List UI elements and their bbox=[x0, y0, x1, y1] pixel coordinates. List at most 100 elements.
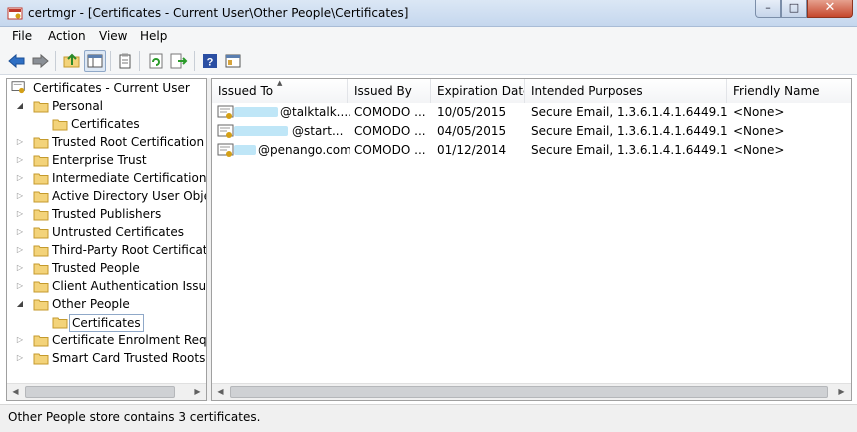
tree-item-label: Other People bbox=[52, 297, 130, 311]
menu-view[interactable]: View bbox=[99, 29, 127, 43]
cell-purposes: Secure Email, 1.3.6.1.4.1.6449.1.3.5.2 bbox=[531, 143, 727, 157]
tree-item-label: Personal bbox=[52, 99, 104, 113]
expand-icon[interactable]: ▷ bbox=[15, 169, 25, 187]
expand-icon[interactable]: ▷ bbox=[15, 349, 25, 367]
status-bar: Other People store contains 3 certificat… bbox=[0, 404, 857, 432]
export-list-icon bbox=[170, 53, 188, 69]
tree-item-label: Trusted Root Certification Au bbox=[52, 135, 207, 149]
tree-item-label: Enterprise Trust bbox=[52, 153, 147, 167]
menu-help[interactable]: Help bbox=[140, 29, 167, 43]
help-button[interactable]: ? bbox=[199, 50, 221, 72]
expand-icon[interactable]: ▷ bbox=[15, 277, 25, 295]
expand-icon[interactable]: ▷ bbox=[15, 133, 25, 151]
cell-expiration: 04/05/2015 bbox=[437, 124, 507, 138]
tree-item-label: Certificate Enrolment Reque bbox=[52, 333, 207, 347]
tree-pane[interactable]: Certificates - Current User ◢ Personal C… bbox=[6, 78, 207, 401]
properties-button[interactable] bbox=[114, 50, 136, 72]
refresh-button[interactable] bbox=[145, 50, 167, 72]
scroll-thumb[interactable] bbox=[25, 386, 175, 398]
title-bar: certmgr - [Certificates - Current User\O… bbox=[0, 0, 857, 27]
tree-item-label: Client Authentication Issuers bbox=[52, 279, 207, 293]
cell-friendly-name: <None> bbox=[733, 124, 785, 138]
tree-item-label: Intermediate Certification Au bbox=[52, 171, 207, 185]
redacted-text bbox=[234, 107, 278, 117]
table-row[interactable]: @penango.com COMODO ... 01/12/2014 Secur… bbox=[212, 141, 851, 160]
back-icon bbox=[8, 53, 25, 69]
scroll-right-icon[interactable]: ▶ bbox=[189, 384, 206, 400]
refresh-icon bbox=[149, 53, 163, 69]
tree-item-label: Certificates bbox=[71, 117, 140, 131]
scroll-left-icon[interactable]: ◀ bbox=[212, 384, 229, 400]
menu-bar: File Action View Help bbox=[0, 27, 857, 47]
list-horizontal-scrollbar[interactable]: ◀ ▶ bbox=[212, 383, 851, 400]
scroll-thumb[interactable] bbox=[230, 386, 828, 398]
forward-button[interactable] bbox=[29, 50, 51, 72]
minimize-button[interactable]: – bbox=[755, 0, 781, 18]
scroll-right-icon[interactable]: ▶ bbox=[833, 384, 850, 400]
expand-icon[interactable]: ▷ bbox=[15, 205, 25, 223]
close-button[interactable]: ✕ bbox=[807, 0, 853, 18]
column-label: Issued To bbox=[218, 84, 274, 98]
export-list-button[interactable] bbox=[168, 50, 190, 72]
certificate-list[interactable]: ▲ Issued To Issued By Expiration Date In… bbox=[211, 78, 852, 401]
column-intended-purposes[interactable]: Intended Purposes bbox=[525, 79, 727, 103]
column-label: Expiration Date bbox=[437, 84, 525, 98]
show-hide-tree-button[interactable] bbox=[84, 50, 106, 72]
collapse-icon[interactable]: ◢ bbox=[15, 97, 25, 115]
tree-root-label: Certificates - Current User bbox=[33, 81, 190, 95]
folder-icon bbox=[33, 335, 49, 347]
column-label: Issued By bbox=[354, 84, 412, 98]
tree-item-label: Trusted Publishers bbox=[52, 207, 162, 221]
maximize-button[interactable]: □ bbox=[781, 0, 807, 18]
show-hide-tree-icon bbox=[87, 54, 103, 68]
certificate-store-icon bbox=[11, 81, 25, 94]
column-header-row: ▲ Issued To Issued By Expiration Date In… bbox=[212, 79, 851, 103]
folder-icon bbox=[33, 101, 49, 113]
sort-ascending-icon: ▲ bbox=[277, 79, 283, 87]
tree-horizontal-scrollbar[interactable]: ◀ ▶ bbox=[7, 383, 206, 400]
expand-icon[interactable]: ▷ bbox=[15, 151, 25, 169]
folder-icon bbox=[33, 281, 49, 293]
help-topics-button[interactable] bbox=[222, 50, 244, 72]
column-issued-to[interactable]: ▲ Issued To bbox=[212, 79, 348, 103]
folder-icon bbox=[33, 137, 49, 149]
expand-icon[interactable]: ▷ bbox=[15, 259, 25, 277]
minimize-icon: – bbox=[765, 1, 771, 14]
status-text: Other People store contains 3 certificat… bbox=[8, 410, 261, 424]
menu-file[interactable]: File bbox=[12, 29, 32, 43]
redacted-text bbox=[234, 126, 288, 136]
cell-issued-by: COMODO ... bbox=[354, 105, 426, 119]
cell-expiration: 01/12/2014 bbox=[437, 143, 507, 157]
menu-action[interactable]: Action bbox=[48, 29, 86, 43]
expand-icon[interactable]: ▷ bbox=[15, 331, 25, 349]
column-issued-by[interactable]: Issued By bbox=[348, 79, 431, 103]
table-row[interactable]: @talktalk.... COMODO ... 10/05/2015 Secu… bbox=[212, 103, 851, 122]
cell-purposes: Secure Email, 1.3.6.1.4.1.6449.1.3.5.2 bbox=[531, 105, 727, 119]
tree-item-label-selected: Certificates bbox=[69, 314, 144, 332]
certmgr-app-icon bbox=[7, 7, 23, 20]
tree-item-label: Active Directory User Object bbox=[52, 189, 207, 203]
column-label: Friendly Name bbox=[733, 84, 820, 98]
column-expiration-date[interactable]: Expiration Date bbox=[431, 79, 525, 103]
tree-item-label: Untrusted Certificates bbox=[52, 225, 184, 239]
help-topics-icon bbox=[225, 54, 241, 68]
up-one-level-button[interactable] bbox=[61, 50, 83, 72]
window-title: certmgr - [Certificates - Current User\O… bbox=[28, 6, 409, 20]
cell-friendly-name: <None> bbox=[733, 105, 785, 119]
folder-icon bbox=[33, 245, 49, 257]
collapse-icon[interactable]: ◢ bbox=[15, 295, 25, 313]
help-icon: ? bbox=[203, 54, 217, 69]
properties-icon bbox=[119, 53, 131, 69]
expand-icon[interactable]: ▷ bbox=[15, 223, 25, 241]
scroll-left-icon[interactable]: ◀ bbox=[7, 384, 24, 400]
maximize-icon: □ bbox=[788, 1, 800, 14]
expand-icon[interactable]: ▷ bbox=[15, 241, 25, 259]
table-row[interactable]: @start... COMODO ... 04/05/2015 Secure E… bbox=[212, 122, 851, 141]
cell-issued-to: @start... bbox=[292, 124, 344, 138]
expand-icon[interactable]: ▷ bbox=[15, 187, 25, 205]
certificate-icon bbox=[217, 105, 234, 119]
back-button[interactable] bbox=[6, 50, 28, 72]
tree-item-label: Third-Party Root Certification bbox=[52, 243, 206, 257]
column-friendly-name[interactable]: Friendly Name bbox=[727, 79, 851, 103]
folder-open-icon bbox=[33, 299, 49, 311]
